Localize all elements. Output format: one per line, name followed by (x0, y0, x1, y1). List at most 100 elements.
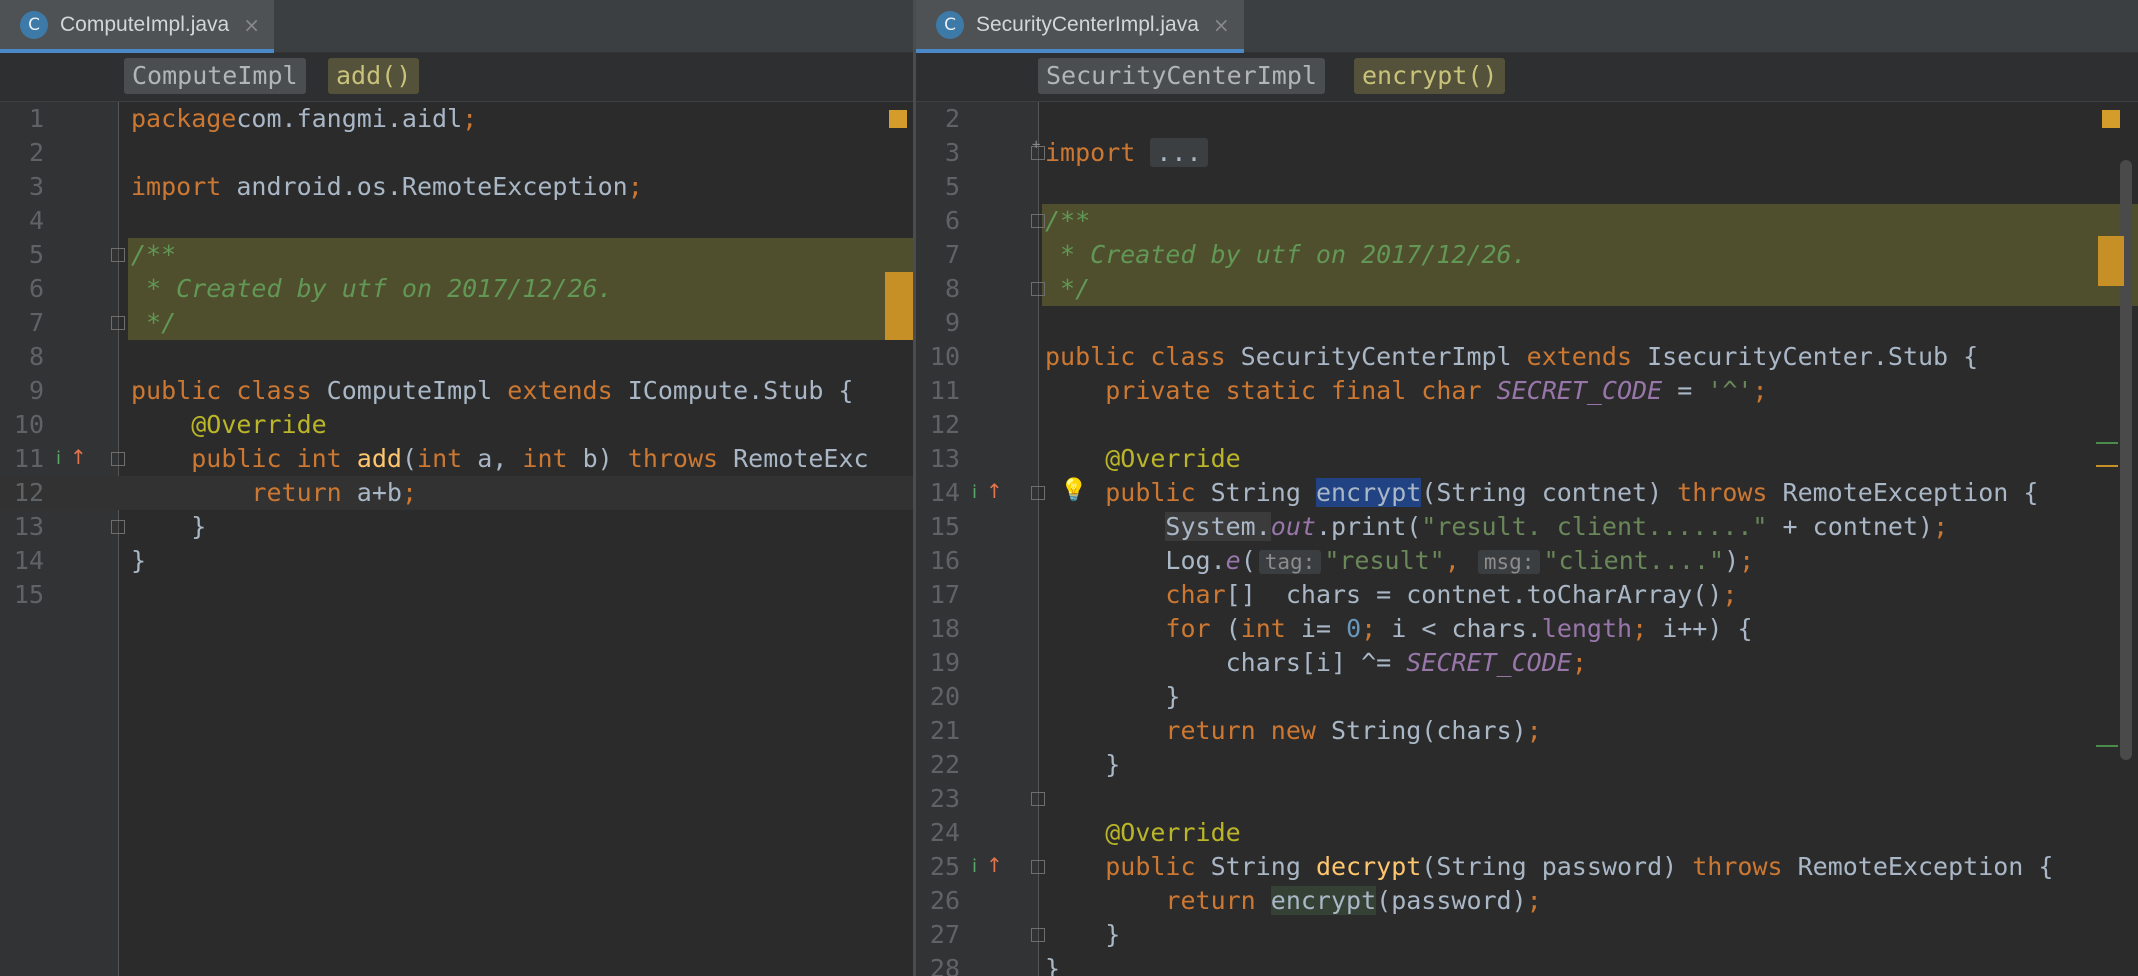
code-line[interactable]: 10 public class SecurityCenterImpl extend… (916, 340, 2138, 374)
code-token: } (1045, 682, 1181, 711)
code-line[interactable]: 12 (916, 408, 2138, 442)
code-line[interactable]: 3 import android.os.RemoteException; (0, 170, 913, 204)
fold-marker-icon[interactable] (1031, 486, 1045, 500)
code-line[interactable]: 18 for (int i= 0; i < chars.length; i++)… (916, 612, 2138, 646)
fold-marker-icon[interactable] (1031, 282, 1045, 296)
code-line[interactable]: 27 } (916, 918, 2138, 952)
implemented-icon[interactable]: i (972, 856, 977, 877)
code-token: ; (1752, 376, 1768, 405)
fold-marker-icon[interactable] (111, 316, 125, 330)
breadcrumb-class[interactable]: SecurityCenterImpl (1038, 58, 1325, 94)
close-icon[interactable]: × (243, 13, 260, 37)
fold-marker-icon[interactable] (111, 248, 125, 262)
code-text: char[] chars = contnet.toCharArray(); (1045, 578, 1737, 612)
code-line[interactable]: 26 return encrypt(password); (916, 884, 2138, 918)
code-line[interactable]: 9 public class ComputeImpl extends ICompu… (0, 374, 913, 408)
fold-marker-icon[interactable] (1031, 928, 1045, 942)
code-line[interactable]: 12 return a+b; (0, 476, 913, 510)
code-line[interactable]: 10 @Override (0, 408, 913, 442)
code-token: char (1165, 580, 1226, 609)
code-line[interactable]: 15 System.out.print("result. client.....… (916, 510, 2138, 544)
code-token: import (131, 172, 237, 201)
code-token: String (1210, 478, 1316, 507)
code-token: ICompute.Stub { (627, 376, 854, 405)
code-line[interactable]: 7 * Created by utf on 2017/12/26. (916, 238, 2138, 272)
line-number: 4 (28, 206, 44, 235)
line-number: 3 (28, 172, 44, 201)
implemented-icon[interactable]: i (972, 482, 977, 503)
tab-securitycenterimpl[interactable]: C SecurityCenterImpl.java × (916, 0, 1244, 53)
line-number: 6 (944, 206, 960, 235)
code-text: private static final char SECRET_CODE = … (1045, 374, 1768, 408)
code-line[interactable]: 25 public String decrypt(String password… (916, 850, 2138, 884)
expand-fold-icon[interactable] (1031, 137, 1045, 160)
close-icon[interactable]: × (1213, 13, 1230, 37)
left-code-area[interactable]: 1 packagecom.fangmi.aidl; 2 3 import android… (0, 102, 913, 976)
fold-marker-icon[interactable] (1031, 860, 1045, 874)
code-line[interactable]: 28} (916, 952, 2138, 976)
code-line[interactable]: 3 import ... (916, 136, 2138, 170)
left-editor-pane[interactable]: C ComputeImpl.java × ComputeImpl add() 1… (0, 0, 913, 976)
code-text: @Override (131, 408, 326, 442)
code-line[interactable]: 5 /** (0, 238, 913, 272)
code-line[interactable]: 19 chars[i] ^= SECRET_CODE; (916, 646, 2138, 680)
code-line[interactable]: 6 * Created by utf on 2017/12/26. (0, 272, 913, 306)
code-line[interactable]: 23 (916, 782, 2138, 816)
fold-marker-icon[interactable] (1031, 214, 1045, 228)
code-line[interactable]: 14} (0, 544, 913, 578)
code-text: public class SecurityCenterImpl extends … (1045, 340, 1978, 374)
code-line[interactable]: 24 @Override (916, 816, 2138, 850)
code-token: msg: (1477, 550, 1541, 574)
line-number: 28 (929, 954, 960, 976)
code-token: ; (1739, 546, 1755, 575)
code-line[interactable]: 2 (916, 102, 2138, 136)
code-line[interactable]: 22 } (916, 748, 2138, 782)
code-line[interactable]: 2 (0, 136, 913, 170)
code-token: String(chars) (1331, 716, 1527, 745)
override-arrow-icon[interactable]: ↑ (986, 853, 1003, 877)
code-token: } (1045, 750, 1121, 779)
code-token: ; (401, 478, 417, 507)
code-line[interactable]: 9 (916, 306, 2138, 340)
code-token: return (251, 478, 357, 507)
line-number: 8 (944, 274, 960, 303)
tab-computeimpl[interactable]: C ComputeImpl.java × (0, 0, 275, 53)
code-line[interactable]: 13 } (0, 510, 913, 544)
code-line[interactable]: 7 */ (0, 306, 913, 340)
fold-marker-icon[interactable] (111, 452, 125, 466)
code-token: = (1662, 376, 1708, 405)
breadcrumb-method[interactable]: encrypt() (1354, 58, 1506, 94)
intention-bulb-icon[interactable]: 💡 (1060, 478, 1087, 503)
code-line[interactable]: 17 char[] chars = contnet.toCharArray(); (916, 578, 2138, 612)
code-line[interactable]: 4 (0, 204, 913, 238)
code-token: @Override (1105, 444, 1241, 473)
code-line[interactable]: 15 (0, 578, 913, 612)
code-line[interactable]: 1 packagecom.fangmi.aidl; (0, 102, 913, 136)
breadcrumb-method[interactable]: add() (328, 58, 420, 94)
right-code-area[interactable]: 2 3 import ... 5 6 /** 7 * Created by utf on 2… (916, 102, 2138, 976)
code-line[interactable]: 11 public int add(int a, int b) throws R… (0, 442, 913, 476)
code-line[interactable]: 14 public String encrypt(String contnet)… (916, 476, 2138, 510)
code-text: @Override (1045, 816, 1240, 850)
override-arrow-icon[interactable]: ↑ (986, 479, 1003, 503)
code-line[interactable]: 16 Log.e(tag: "result", msg: "client....")… (916, 544, 2138, 578)
code-line[interactable]: 8 (0, 340, 913, 374)
code-token: /** (1045, 206, 1091, 235)
implemented-icon[interactable]: i (56, 448, 61, 469)
code-line[interactable]: 6 /** (916, 204, 2138, 238)
code-line[interactable]: 8 */ (916, 272, 2138, 306)
code-line[interactable]: 5 (916, 170, 2138, 204)
code-token: String (1210, 852, 1316, 881)
breadcrumb-class[interactable]: ComputeImpl (124, 58, 306, 94)
fold-marker-icon[interactable] (1031, 792, 1045, 806)
code-line[interactable]: 11 private static final char SECRET_CODE… (916, 374, 2138, 408)
code-line[interactable]: 20 } (916, 680, 2138, 714)
code-token: throws (1692, 852, 1798, 881)
code-line[interactable]: 21 return new String(chars); (916, 714, 2138, 748)
override-arrow-icon[interactable]: ↑ (70, 445, 87, 469)
line-number: 27 (929, 920, 960, 949)
right-editor-pane[interactable]: C SecurityCenterImpl.java × SecurityCent… (916, 0, 2138, 976)
fold-marker-icon[interactable] (111, 520, 125, 534)
code-line[interactable]: 13 @Override (916, 442, 2138, 476)
